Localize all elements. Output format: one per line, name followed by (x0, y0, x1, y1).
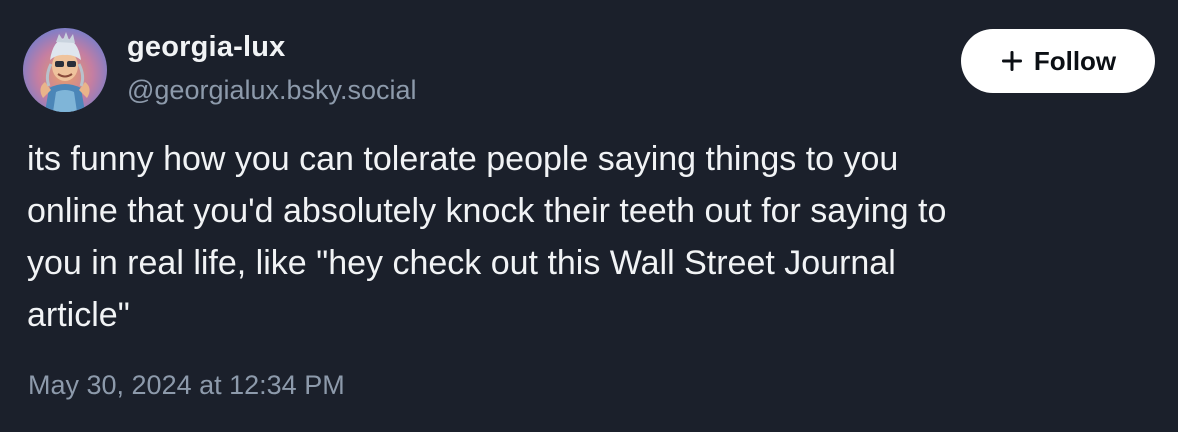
post-text-line: online that you'd absolutely knock their… (27, 192, 947, 230)
author-avatar[interactable] (23, 28, 107, 112)
plus-icon (1000, 49, 1024, 73)
follow-button[interactable]: Follow (961, 29, 1155, 93)
author-display-name[interactable]: georgia-lux (127, 31, 286, 64)
post-text-line: its funny how you can tolerate people sa… (27, 140, 899, 178)
post-card: georgia-lux @georgialux.bsky.social Foll… (0, 0, 1178, 432)
author-handle[interactable]: @georgialux.bsky.social (127, 75, 417, 106)
post-text: its funny how you can tolerate people sa… (27, 133, 1147, 341)
post-timestamp[interactable]: May 30, 2024 at 12:34 PM (28, 370, 345, 401)
illustrated-character-avatar-icon (23, 28, 107, 112)
post-text-line: article" (27, 296, 130, 334)
follow-button-label: Follow (1033, 45, 1117, 76)
post-text-line: you in real life, like "hey check out th… (27, 244, 896, 282)
